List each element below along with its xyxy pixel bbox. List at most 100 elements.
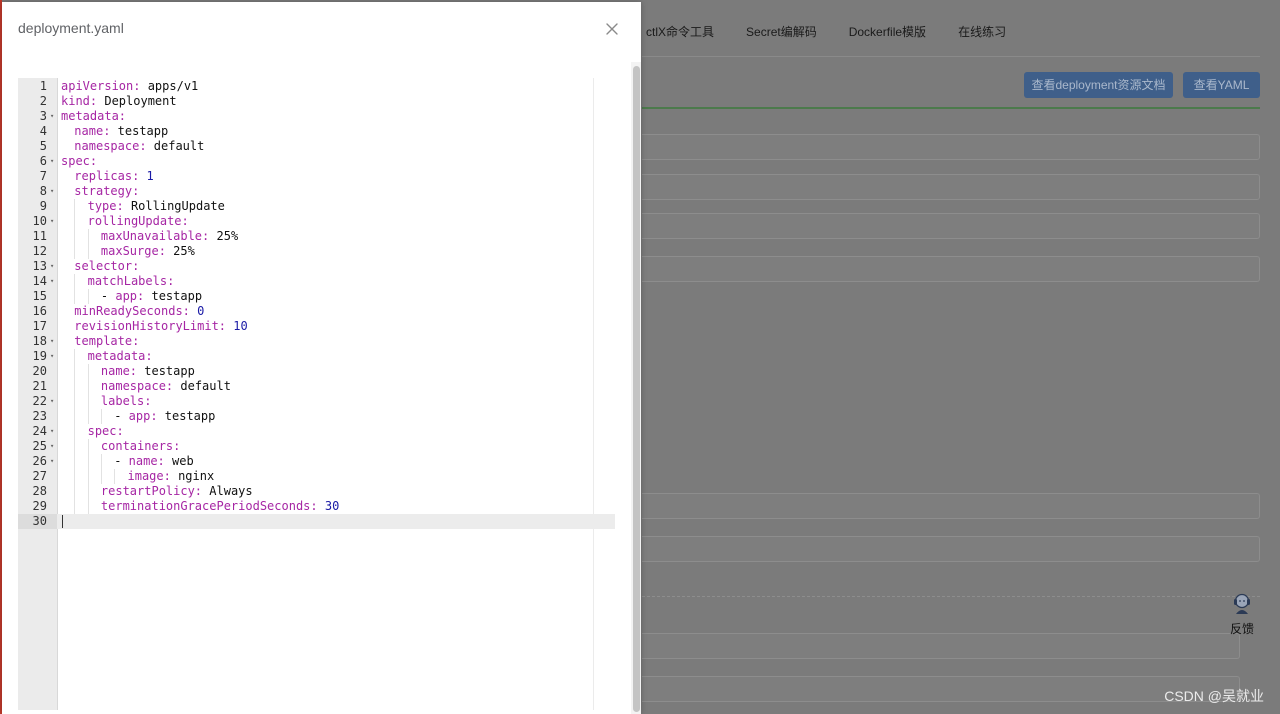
indent-guide (87, 394, 89, 409)
fold-toggle-icon[interactable]: ▾ (50, 184, 54, 199)
code-line[interactable]: 19 ▾ metadata: (18, 349, 615, 364)
code-line[interactable]: 9 type: RollingUpdate (18, 199, 615, 214)
code-line[interactable]: 1 apiVersion: apps/v1 (18, 79, 615, 94)
code-line[interactable]: 14 ▾ matchLabels: (18, 274, 615, 289)
list-dash: - (114, 409, 129, 423)
code-line[interactable]: 23 - app: testapp (18, 409, 615, 424)
code-line[interactable]: 10 ▾ rollingUpdate: (18, 214, 615, 229)
nav-item-dockerfile-templates[interactable]: Dockerfile模版 (833, 18, 942, 46)
fold-toggle-icon[interactable]: ▾ (50, 259, 54, 274)
line-number: 30 (32, 514, 47, 528)
line-number: 12 (32, 244, 47, 258)
code-text: metadata: (88, 349, 153, 364)
line-number: 3 (39, 109, 47, 123)
code-editor[interactable]: 1 apiVersion: apps/v1 2 kind: Deployment 3 ▾ m… (18, 78, 615, 710)
line-number: 9 (39, 199, 47, 213)
fold-toggle-icon[interactable]: ▾ (50, 334, 54, 349)
code-line[interactable]: 12 maxSurge: 25% (18, 244, 615, 259)
scrollbar-thumb[interactable] (633, 66, 640, 712)
view-deployment-docs-button[interactable]: 查看deployment资源文档 (1024, 72, 1173, 98)
line-number: 19 (32, 349, 47, 363)
code-line[interactable]: 8 ▾ strategy: (18, 184, 615, 199)
fold-toggle-icon[interactable]: ▾ (50, 439, 54, 454)
yaml-key: strategy: (74, 184, 140, 198)
gutter-cell: 13 ▾ (18, 259, 57, 274)
gutter-cell: 5 (18, 139, 57, 154)
gutter-cell: 16 (18, 304, 57, 319)
code-line[interactable]: 24 ▾ spec: (18, 424, 615, 439)
code-line[interactable]: 28 restartPolicy: Always (18, 484, 615, 499)
close-icon[interactable] (601, 18, 623, 40)
code-line[interactable]: 21 namespace: default (18, 379, 615, 394)
indent-guide (87, 289, 89, 304)
view-yaml-button[interactable]: 查看YAML (1183, 72, 1260, 98)
gutter-cell: 23 (18, 409, 57, 424)
yaml-key: name: (128, 454, 165, 468)
yaml-value: testapp (157, 409, 216, 423)
fold-toggle-icon[interactable]: ▾ (50, 454, 54, 469)
form-field[interactable] (642, 493, 1260, 519)
code-line[interactable]: 3 ▾ metadata: (18, 109, 615, 124)
line-number: 5 (39, 139, 47, 153)
gutter-cell: 15 (18, 289, 57, 304)
yaml-value: Deployment (97, 94, 177, 108)
fold-toggle-icon[interactable]: ▾ (50, 349, 54, 364)
feedback-widget[interactable]: 反馈 (1224, 592, 1260, 637)
yaml-key: app: (128, 409, 158, 423)
list-dash: - (100, 289, 116, 303)
fold-toggle-icon[interactable]: ▾ (50, 424, 54, 439)
nav-item-kubectl-tool[interactable]: ctlX命令工具 (630, 18, 730, 46)
code-line[interactable]: 22 ▾ labels: (18, 394, 615, 409)
code-line[interactable]: 2 kind: Deployment (18, 94, 615, 109)
yaml-key: matchLabels: (87, 274, 175, 288)
fold-toggle-icon[interactable]: ▾ (50, 154, 54, 169)
code-line[interactable]: 26 ▾ - name: web (18, 454, 615, 469)
line-number: 21 (32, 379, 47, 393)
code-text: kind: Deployment (61, 94, 177, 109)
code-line[interactable]: 7 replicas: 1 (18, 169, 615, 184)
code-line[interactable]: 30 (18, 514, 615, 529)
form-field[interactable] (642, 536, 1260, 562)
form-field[interactable] (642, 256, 1260, 282)
code-line[interactable]: 17 revisionHistoryLimit: 10 (18, 319, 615, 334)
fold-toggle-icon[interactable]: ▾ (50, 214, 54, 229)
fold-toggle-icon[interactable]: ▾ (50, 394, 54, 409)
code-line[interactable]: 13 ▾ selector: (18, 259, 615, 274)
code-line[interactable]: 29 terminationGracePeriodSeconds: 30 (18, 499, 615, 514)
code-line[interactable]: 15 - app: testapp (18, 289, 615, 304)
code-text: strategy: (74, 184, 139, 199)
code-line[interactable]: 4 name: testapp (18, 124, 615, 139)
form-field[interactable] (642, 213, 1260, 239)
yaml-key: name: (100, 364, 138, 378)
form-field[interactable] (642, 174, 1260, 200)
form-field[interactable] (642, 134, 1260, 160)
form-field[interactable] (642, 633, 1240, 659)
line-number: 28 (32, 484, 47, 498)
yaml-value: web (164, 454, 194, 468)
feedback-label: 反馈 (1229, 622, 1254, 636)
gutter-cell: 14 ▾ (18, 274, 57, 289)
code-text: spec: (88, 424, 124, 439)
code-line[interactable]: 25 ▾ containers: (18, 439, 615, 454)
code-line[interactable]: 6 ▾ spec: (18, 154, 615, 169)
line-number: 18 (32, 334, 47, 348)
indent-guide (74, 409, 76, 424)
code-line[interactable]: 20 name: testapp (18, 364, 615, 379)
yaml-value: 1 (139, 169, 154, 183)
nav-item-secret-codec[interactable]: Secret编解码 (730, 18, 833, 46)
code-text: name: testapp (101, 364, 195, 379)
yaml-value: 10 (226, 319, 248, 333)
yaml-preview-drawer: deployment.yaml 1 apiVersion: apps/v1 2 kin… (2, 2, 641, 714)
form-field[interactable] (642, 676, 1240, 702)
yaml-key: template: (74, 334, 140, 348)
code-line[interactable]: 18 ▾ template: (18, 334, 615, 349)
code-line[interactable]: 5 namespace: default (18, 139, 615, 154)
code-line[interactable]: 27 image: nginx (18, 469, 615, 484)
code-line[interactable]: 16 minReadySeconds: 0 (18, 304, 615, 319)
nav-item-online-practice[interactable]: 在线练习 (942, 18, 1022, 46)
code-text: - app: testapp (114, 409, 215, 424)
fold-toggle-icon[interactable]: ▾ (50, 109, 54, 124)
code-line[interactable]: 11 maxUnavailable: 25% (18, 229, 615, 244)
fold-toggle-icon[interactable]: ▾ (50, 274, 54, 289)
code-text: - app: testapp (101, 289, 202, 304)
